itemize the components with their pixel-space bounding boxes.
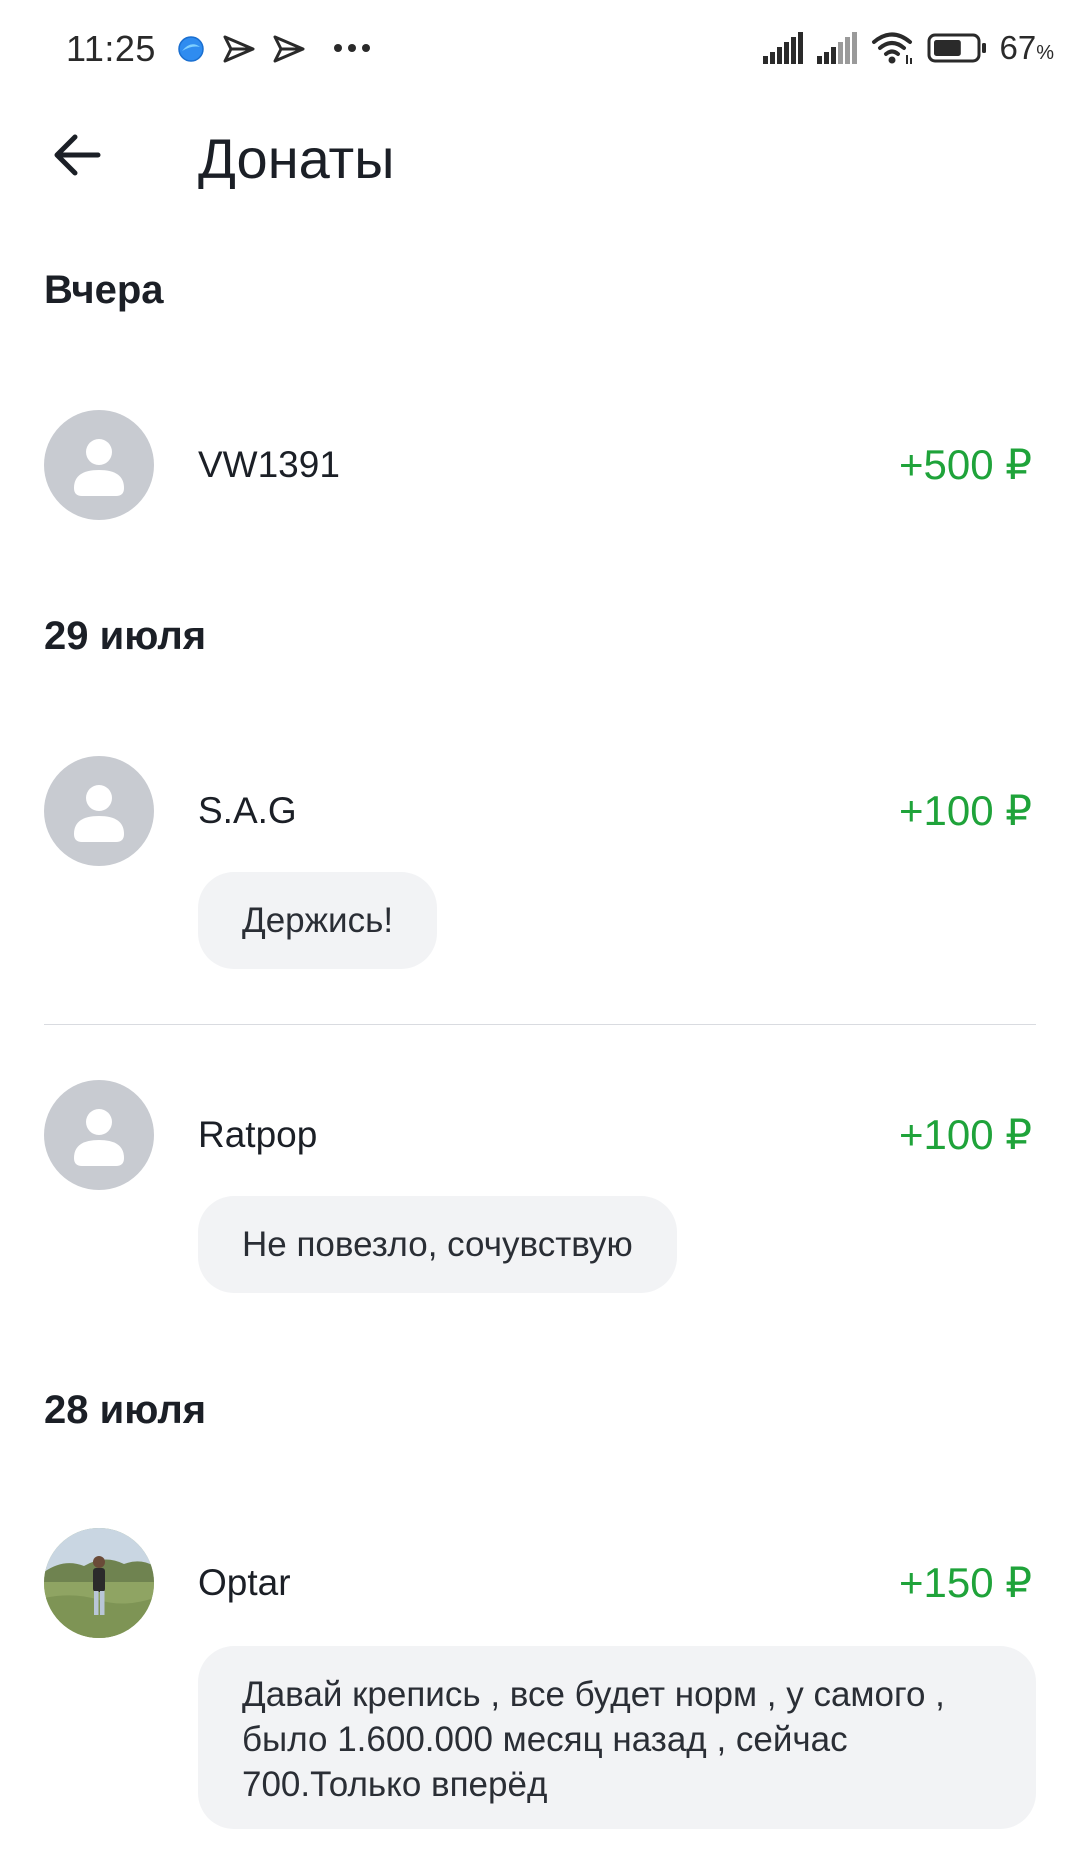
send-icon — [273, 35, 305, 63]
date-header: Вчера — [44, 268, 164, 312]
donation-message: Держись! — [198, 872, 438, 969]
donation-amount: +500 ₽ — [899, 441, 1032, 488]
signal-icon — [763, 32, 804, 64]
avatar — [44, 756, 154, 866]
date-header: 29 июля — [44, 614, 207, 658]
more-icon — [334, 44, 370, 52]
status-right: 67% — [763, 28, 1054, 68]
donor-name: VW1391 — [198, 444, 340, 485]
browser-icon — [178, 36, 204, 62]
page-title: Донаты — [198, 127, 395, 190]
donation-message: Не повезло, сочувствую — [198, 1196, 677, 1293]
user-photo — [44, 1528, 154, 1638]
donation-amount: +150 ₽ — [899, 1559, 1032, 1606]
status-time: 11:25 — [66, 28, 156, 69]
donation-message: Давай крепись , все будет норм , у самог… — [198, 1646, 1036, 1829]
signal-icon — [817, 32, 858, 64]
app-bar: Донаты — [0, 100, 1080, 210]
date-header: 28 июля — [44, 1388, 207, 1432]
avatar — [44, 1080, 154, 1190]
donation-amount: +100 ₽ — [899, 787, 1032, 834]
user-placeholder-icon — [74, 785, 124, 842]
battery-icon — [927, 33, 987, 63]
arrow-left-icon — [54, 134, 101, 176]
back-button[interactable] — [40, 122, 114, 188]
donor-name: Optar — [198, 1562, 291, 1603]
user-placeholder-icon — [74, 1109, 124, 1166]
divider — [44, 1024, 1036, 1025]
wifi-icon — [872, 32, 913, 64]
status-bar: 11:25 67% — [0, 0, 1080, 96]
avatar-photo — [44, 1528, 154, 1638]
avatar — [44, 410, 154, 520]
donation-amount: +100 ₽ — [899, 1111, 1032, 1158]
user-placeholder-icon — [74, 439, 124, 496]
battery-percent: 67% — [999, 29, 1054, 66]
donor-name: Ratpop — [198, 1114, 318, 1155]
send-icon — [223, 35, 255, 63]
donor-name: S.A.G — [198, 790, 297, 831]
